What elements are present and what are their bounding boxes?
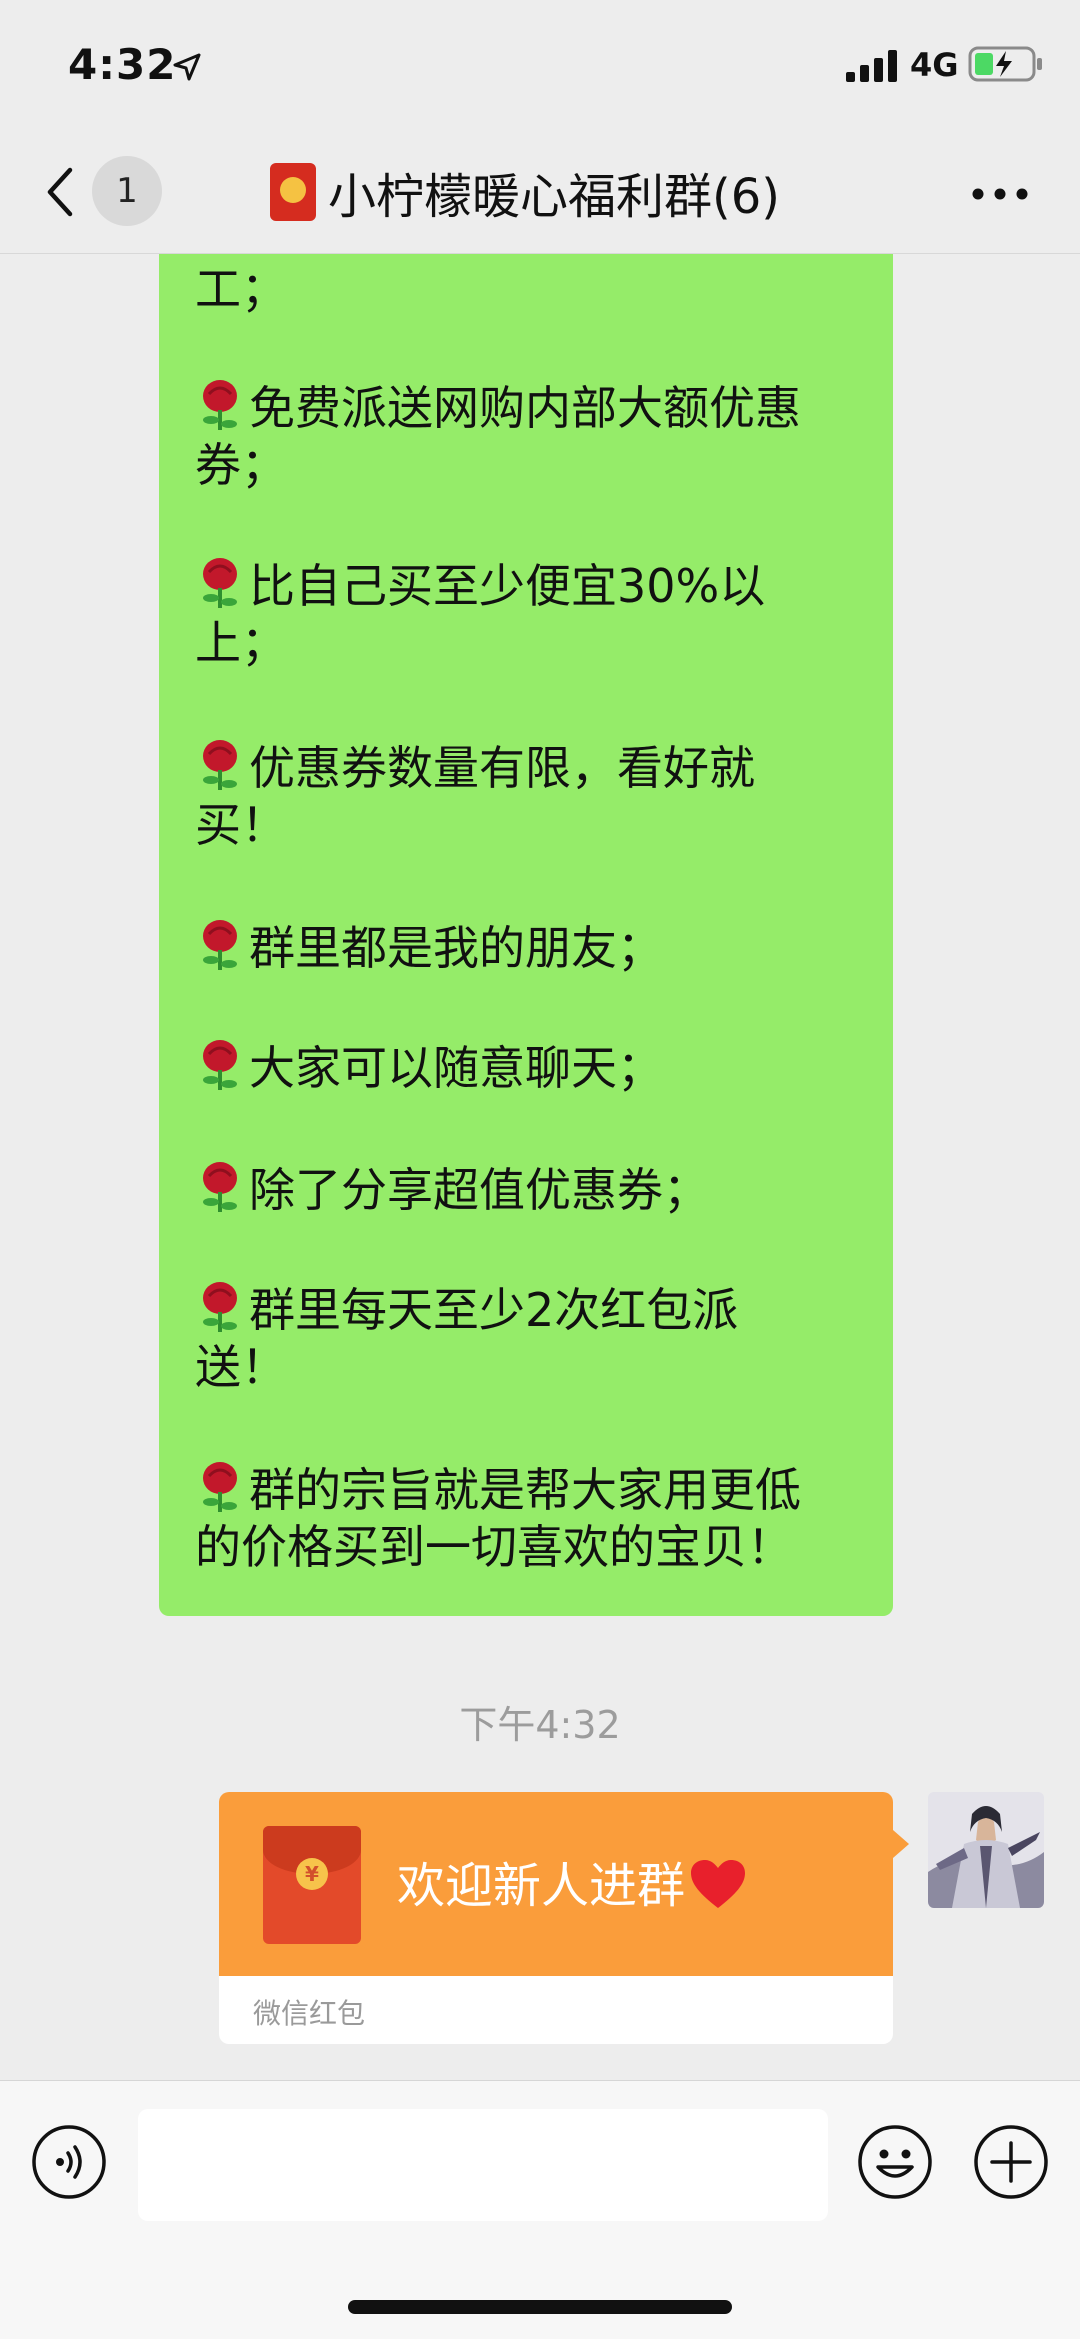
- message-line: 群里都是我的朋友；: [195, 918, 875, 977]
- message-line: 除了分享超值优惠券；: [195, 1160, 875, 1219]
- message-line: 上；: [195, 616, 287, 670]
- back-arrow-icon[interactable]: [40, 162, 80, 222]
- bubble-tail: [893, 1830, 909, 1858]
- voice-input-icon[interactable]: [30, 2123, 108, 2201]
- red-packet-greeting: 欢迎新人进群: [397, 1846, 747, 1916]
- message-text: 群里每天至少2次红包派: [249, 1283, 739, 1337]
- message-text: 群里都是我的朋友；: [249, 921, 663, 975]
- chat-title: 小柠檬暖心福利群(6): [328, 169, 780, 225]
- rose-emoji-icon: [203, 1282, 237, 1332]
- message-text: 除了分享超值优惠券；: [249, 1163, 709, 1217]
- rose-emoji-icon: [203, 558, 237, 608]
- unread-badge[interactable]: 1: [92, 156, 162, 226]
- chat-header: 1 小柠檬暖心福利群(6): [0, 132, 1080, 254]
- home-indicator[interactable]: [348, 2300, 732, 2314]
- rose-emoji-icon: [203, 380, 237, 430]
- emoji-icon[interactable]: [856, 2123, 934, 2201]
- red-packet-footer: 微信红包: [253, 1997, 366, 2030]
- red-packet-icon: ¥: [263, 1826, 361, 1944]
- message-text: 大家可以随意聊天；: [249, 1041, 663, 1095]
- rose-emoji-icon: [203, 1040, 237, 1090]
- message-text: 群的宗旨就是帮大家用更低: [249, 1463, 801, 1517]
- rose-emoji-icon: [203, 1462, 237, 1512]
- message-input[interactable]: [138, 2109, 828, 2221]
- message-line: 工；: [195, 262, 287, 316]
- red-packet-message[interactable]: ¥ 欢迎新人进群 微信红包: [219, 1792, 893, 2044]
- status-bar: 4:32 4G: [0, 0, 1080, 132]
- message-line: 送！: [195, 1340, 287, 1394]
- network-type: 4G: [910, 46, 959, 84]
- message-line: 比自己买至少便宜30%以: [195, 556, 875, 615]
- message-line: 优惠券数量有限，看好就: [195, 738, 875, 797]
- chat-title-wrap: 小柠檬暖心福利群(6): [270, 154, 780, 230]
- sender-avatar[interactable]: [928, 1792, 1044, 1908]
- rose-emoji-icon: [203, 740, 237, 790]
- message-line: 券；: [195, 438, 287, 492]
- message-text: 免费派送网购内部大额优惠: [249, 381, 801, 435]
- message-line: 群里每天至少2次红包派: [195, 1280, 875, 1339]
- rose-emoji-icon: [203, 1162, 237, 1212]
- rose-emoji-icon: [203, 920, 237, 970]
- red-envelope-icon: [270, 163, 316, 221]
- message-text: 比自己买至少便宜30%以: [249, 559, 766, 613]
- heart-emoji-icon: [691, 1860, 746, 1908]
- status-time: 4:32: [68, 40, 177, 89]
- add-more-icon[interactable]: [972, 2123, 1050, 2201]
- message-line: 大家可以随意聊天；: [195, 1038, 875, 1097]
- more-options-icon[interactable]: [970, 174, 1030, 214]
- red-packet-body: ¥ 欢迎新人进群: [219, 1792, 893, 1976]
- red-packet-greeting-text: 欢迎新人进群: [397, 1858, 686, 1914]
- location-arrow-icon: [173, 53, 201, 81]
- message-line: 免费派送网购内部大额优惠: [195, 378, 875, 437]
- message-text: 优惠券数量有限，看好就: [249, 741, 755, 795]
- message-list[interactable]: 工； 免费派送网购内部大额优惠 券； 比自己买至少便宜30%以 上； 优惠券数量…: [0, 254, 1080, 2080]
- text-message-bubble[interactable]: 工； 免费派送网购内部大额优惠 券； 比自己买至少便宜30%以 上； 优惠券数量…: [159, 254, 893, 1616]
- battery-charging-icon: [968, 46, 1042, 82]
- message-timestamp: 下午4:32: [459, 1703, 621, 1747]
- message-line: 买！: [195, 798, 287, 852]
- message-line: 的价格买到一切喜欢的宝贝！: [195, 1520, 793, 1574]
- message-line: 群的宗旨就是帮大家用更低: [195, 1460, 875, 1519]
- signal-strength-icon: [846, 50, 897, 82]
